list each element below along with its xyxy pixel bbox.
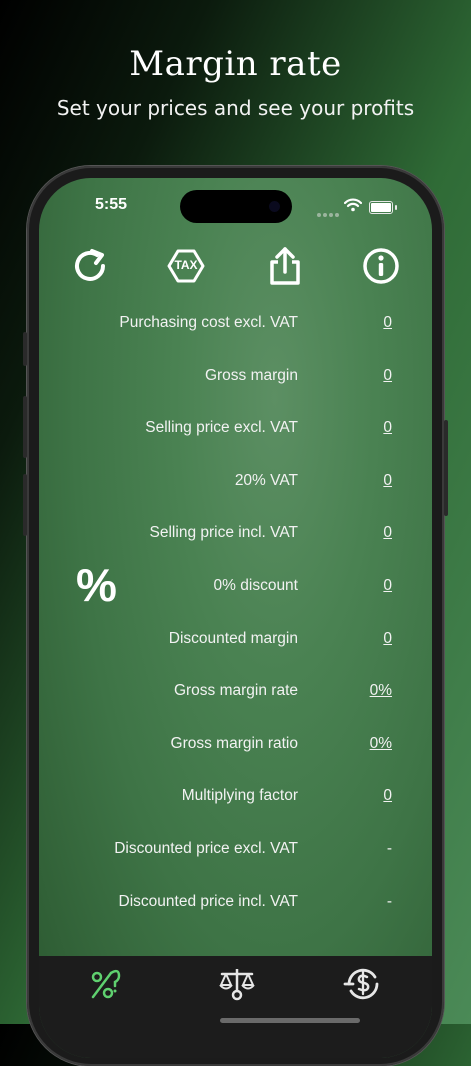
margin-percent-icon[interactable] xyxy=(85,964,125,1004)
dollar-cycle-icon[interactable] xyxy=(343,964,383,1004)
calc-row: Gross margin ratio 0% xyxy=(39,735,432,759)
calc-row: Discounted margin 0 xyxy=(39,630,432,654)
calc-row: Discounted price incl. VAT - xyxy=(39,893,432,917)
calc-row-value[interactable]: 0 xyxy=(383,577,392,595)
calc-row-label: Gross margin xyxy=(204,366,298,384)
calc-row-value[interactable]: 0 xyxy=(383,630,392,648)
calc-row-label: Gross margin rate xyxy=(173,682,298,700)
calc-row-label: 0% discount xyxy=(213,577,298,594)
calc-row: Gross margin rate 0% xyxy=(39,682,432,706)
power-button xyxy=(444,420,448,516)
calc-row-value[interactable]: 0 xyxy=(383,472,392,490)
info-icon[interactable] xyxy=(361,246,401,286)
tax-badge-label: TAX xyxy=(174,258,198,272)
calc-row: 0% discount 0 xyxy=(39,577,432,601)
calc-row: Discounted price excl. VAT - xyxy=(39,840,432,864)
calc-row: Gross margin 0 xyxy=(39,367,432,391)
refresh-icon[interactable] xyxy=(70,246,110,286)
calc-row-value[interactable]: 0% xyxy=(370,735,392,753)
calc-row: Multiplying factor 0 xyxy=(39,787,432,811)
home-indicator xyxy=(220,1018,360,1023)
calc-row-label: Discounted margin xyxy=(168,629,298,647)
calc-row-value[interactable]: 0 xyxy=(383,314,392,332)
calc-row-label: Discounted price incl. VAT xyxy=(118,892,298,910)
scale-icon[interactable] xyxy=(217,964,257,1004)
volume-down-button xyxy=(23,474,27,536)
calc-row: Purchasing cost excl. VAT 0 xyxy=(39,314,432,338)
wifi-icon xyxy=(344,198,362,212)
calc-row-value[interactable]: 0 xyxy=(383,524,392,542)
dynamic-island xyxy=(180,190,292,223)
calc-row-label: Gross margin ratio xyxy=(170,734,298,752)
calc-row-value: - xyxy=(386,892,392,910)
share-icon[interactable] xyxy=(265,246,305,286)
calc-row-label: Purchasing cost excl. VAT xyxy=(119,314,298,331)
tab-bar xyxy=(39,956,432,1058)
calc-row-value[interactable]: 0 xyxy=(383,367,392,385)
calc-row-label: Discounted price excl. VAT xyxy=(114,840,298,857)
volume-up-button xyxy=(23,396,27,458)
calc-row-value: - xyxy=(386,840,392,857)
signal-icon xyxy=(317,204,341,222)
calc-row-label: 20% VAT xyxy=(234,471,298,489)
action-button xyxy=(23,332,27,366)
camera-icon xyxy=(269,201,280,212)
promo-subtitle: Set your prices and see your profits xyxy=(56,96,415,120)
calc-row: 20% VAT 0 xyxy=(39,472,432,496)
calc-row: Selling price incl. VAT 0 xyxy=(39,524,432,548)
calc-row-value[interactable]: 0 xyxy=(383,419,392,437)
battery-icon xyxy=(369,201,393,214)
calc-row-label: Selling price incl. VAT xyxy=(149,524,298,542)
app-screen: 5:55 TAX % Purchasing cost excl. VAT 0 Gro… xyxy=(39,178,432,1058)
calc-row-label: Multiplying factor xyxy=(181,787,298,805)
calc-row-label: Selling price excl. VAT xyxy=(145,419,298,437)
calc-row-value[interactable]: 0% xyxy=(370,682,392,700)
promo-title: Margin rate xyxy=(129,44,342,84)
calc-row: Selling price excl. VAT 0 xyxy=(39,419,432,443)
calc-row-value[interactable]: 0 xyxy=(383,787,392,805)
status-time: 5:55 xyxy=(95,196,128,213)
